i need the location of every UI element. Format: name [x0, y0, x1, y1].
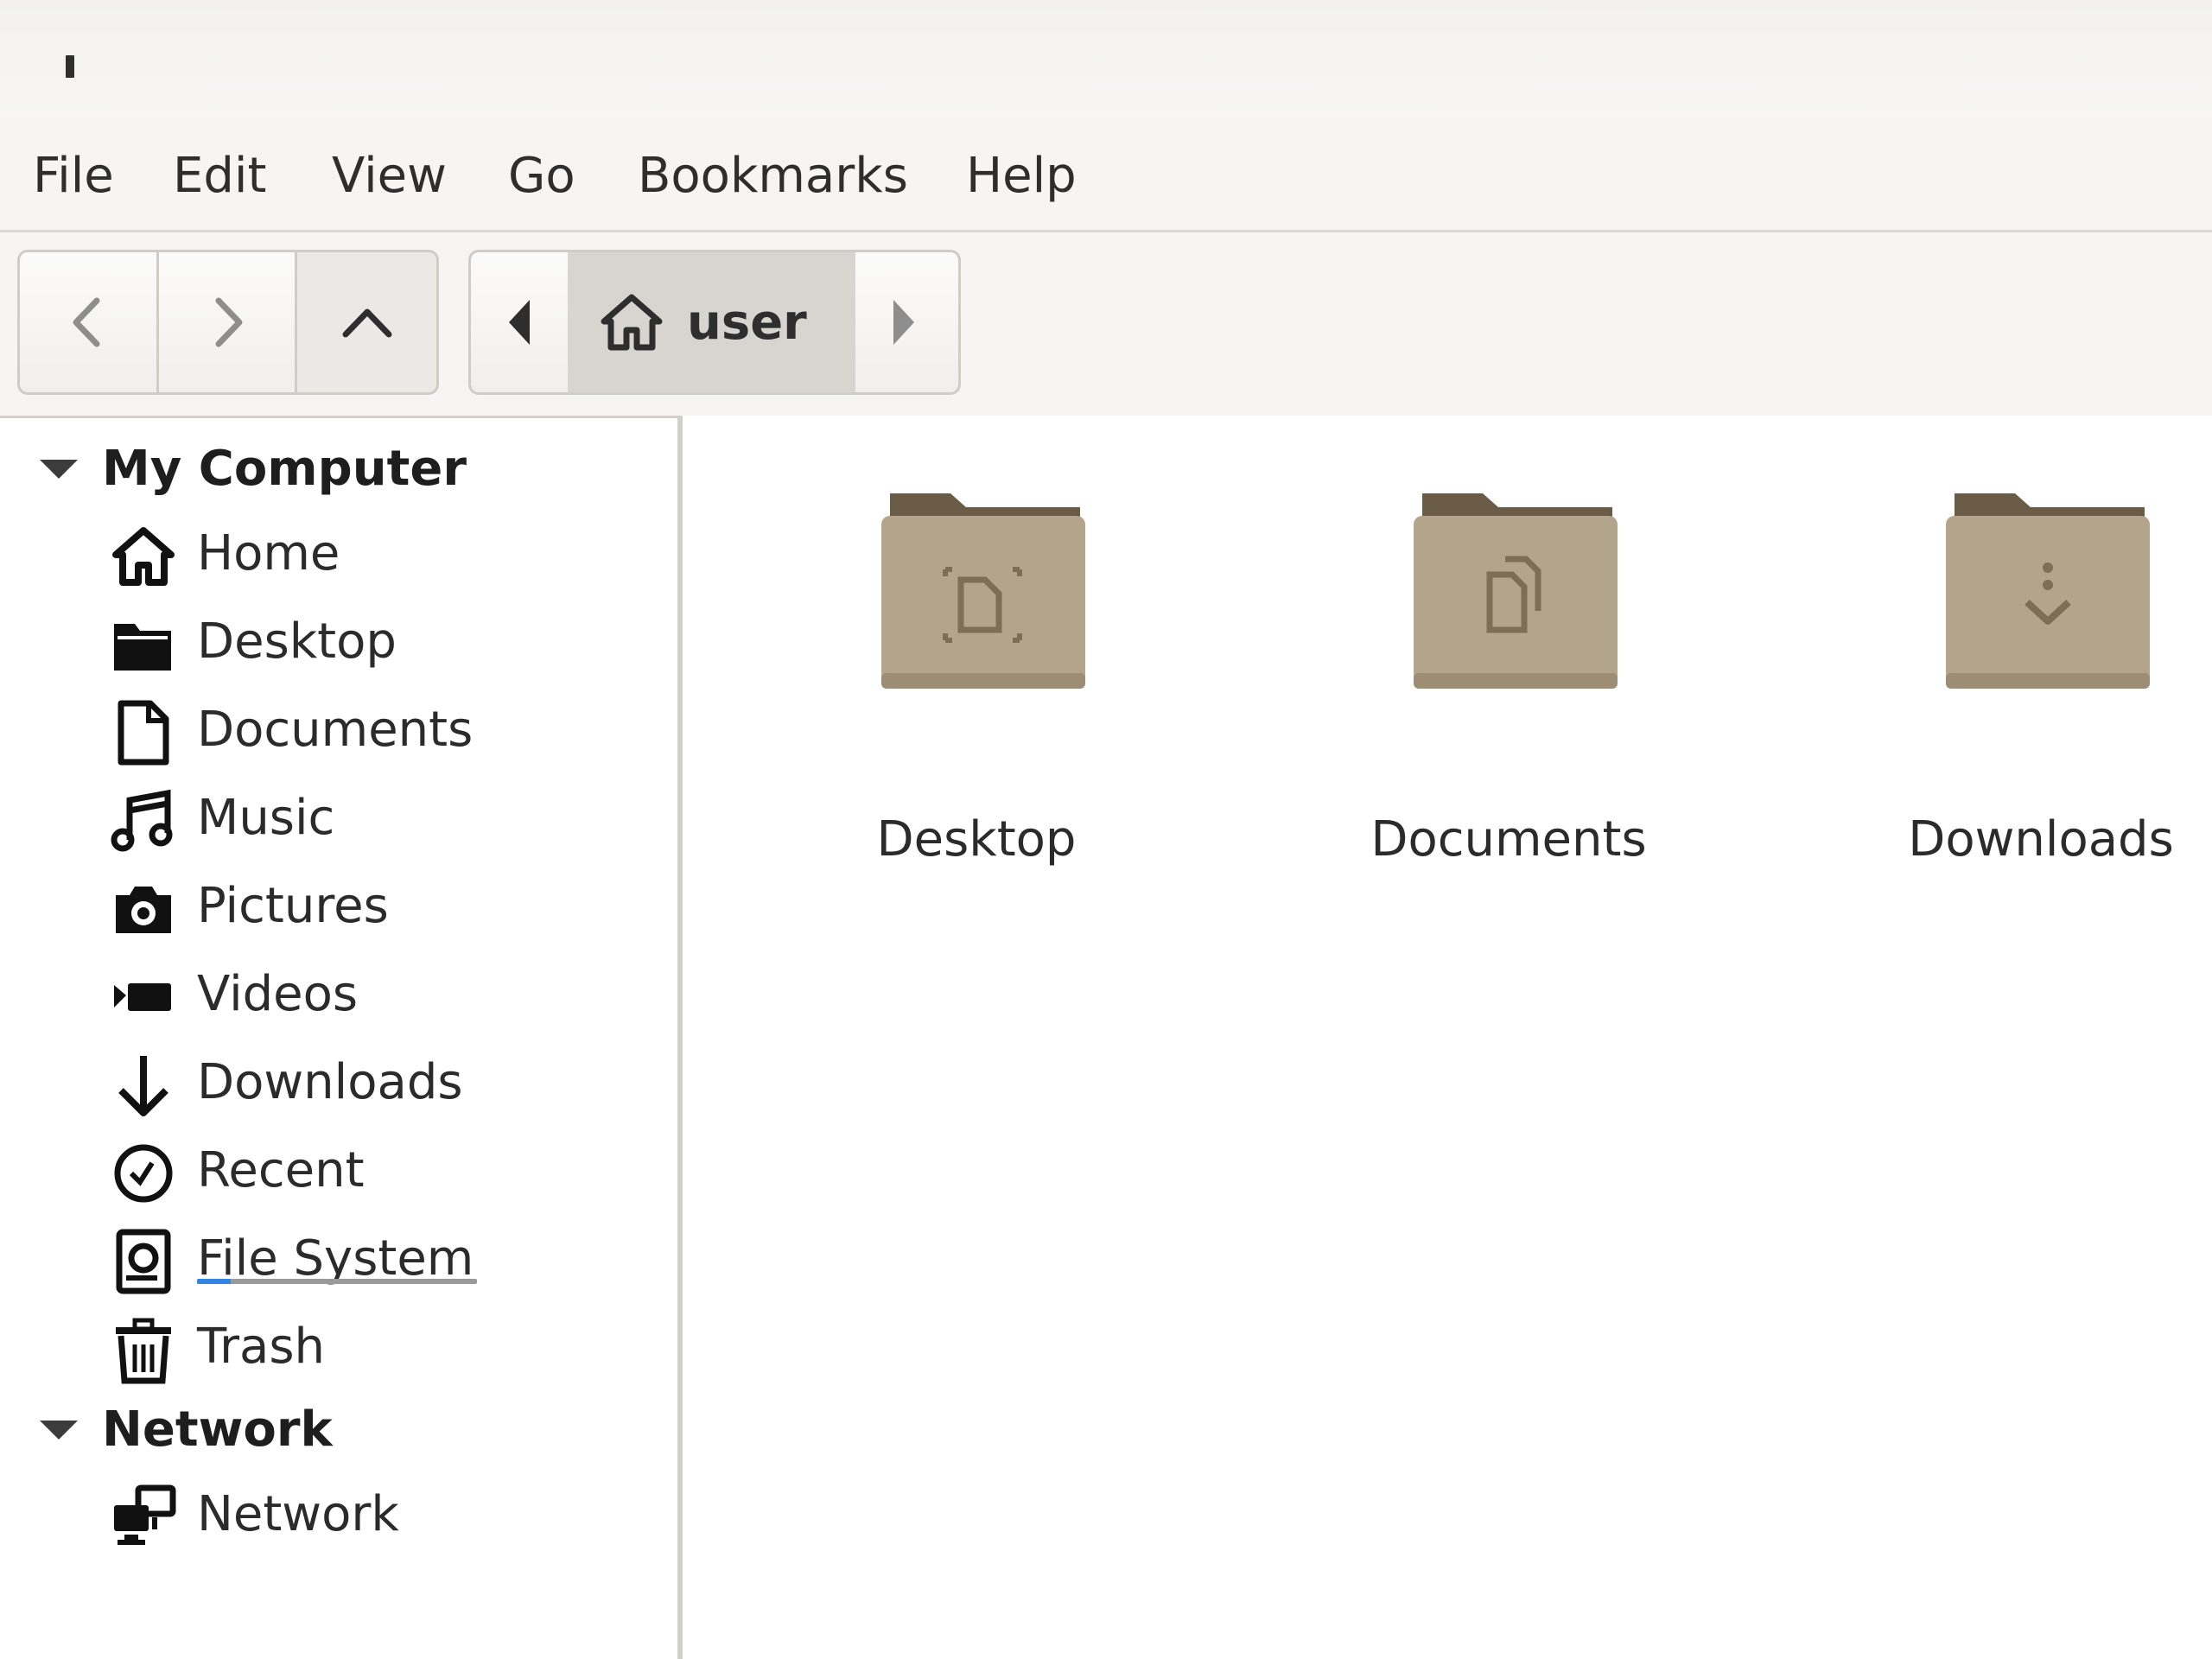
sidebar-item-label: Recent — [197, 1142, 365, 1198]
sidebar-item-label: Pictures — [197, 878, 389, 934]
sidebar-item-downloads[interactable]: Downloads — [0, 1035, 677, 1122]
clock-icon — [114, 1144, 173, 1203]
menu-file[interactable]: File — [33, 152, 114, 200]
menu-view[interactable]: View — [332, 152, 447, 200]
menu-bookmarks[interactable]: Bookmarks — [638, 152, 908, 200]
sidebar-item-network[interactable]: Network — [0, 1467, 677, 1554]
path-crumb-label: user — [687, 294, 807, 351]
folder-icon — [114, 624, 171, 671]
section-label: Network — [102, 1402, 333, 1458]
sidebar-item-desktop[interactable]: Desktop — [0, 594, 677, 681]
trash-icon — [116, 1318, 171, 1384]
expander-down-icon[interactable] — [40, 460, 78, 479]
toolbar: user — [0, 232, 2212, 416]
back-button[interactable] — [20, 252, 159, 392]
triangle-right-icon — [893, 300, 914, 345]
sidebar-item-file-system[interactable]: File System — [0, 1211, 677, 1298]
menu-help[interactable]: Help — [966, 152, 1077, 200]
section-label: My Computer — [102, 441, 467, 497]
filesystem-usage-fill — [197, 1279, 231, 1284]
title-bar — [0, 0, 2212, 121]
expander-down-icon[interactable] — [40, 1421, 78, 1440]
file-view: Desktop Documents Downloads — [683, 416, 2212, 1659]
section-header-network[interactable]: Network — [0, 1389, 677, 1467]
sidebar-item-label: Network — [197, 1486, 399, 1542]
sidebar-item-label: Home — [197, 525, 340, 582]
menu-go[interactable]: Go — [508, 152, 575, 200]
sidebar-item-recent[interactable]: Recent — [0, 1123, 677, 1210]
window-title-glyph — [66, 55, 74, 78]
file-item-documents[interactable]: Documents — [1327, 485, 1647, 868]
path-scroll-right-button[interactable] — [855, 252, 952, 392]
file-item-downloads[interactable]: Downloads — [1859, 485, 2174, 868]
forward-button[interactable] — [159, 252, 298, 392]
up-button[interactable] — [297, 252, 436, 392]
sidebar-item-music[interactable]: Music — [0, 771, 677, 857]
drive-icon — [116, 1229, 171, 1294]
network-icon — [114, 1484, 176, 1545]
triangle-left-icon — [509, 300, 530, 345]
sidebar-item-label: Downloads — [197, 1054, 463, 1110]
sidebar-item-label: Documents — [197, 702, 474, 758]
camera-icon — [116, 887, 171, 933]
file-item-desktop[interactable]: Desktop — [795, 485, 1106, 868]
sidebar-item-documents[interactable]: Documents — [0, 683, 677, 769]
sidebar-item-label: Trash — [197, 1319, 325, 1375]
chevron-up-icon — [342, 308, 392, 338]
sidebar-item-label: Music — [197, 790, 335, 846]
desktop-folder-icon — [881, 493, 1085, 689]
sidebar-item-videos[interactable]: Videos — [0, 947, 677, 1033]
file-label: Desktop — [876, 811, 1077, 868]
document-icon — [118, 700, 169, 766]
sidebar-item-trash[interactable]: Trash — [0, 1300, 677, 1386]
download-arrow-icon — [118, 1056, 168, 1116]
path-crumb-user[interactable]: user — [568, 252, 855, 392]
menu-edit[interactable]: Edit — [173, 152, 266, 200]
file-label: Documents — [1370, 811, 1647, 868]
path-bar: user — [468, 250, 961, 395]
filesystem-usage-bar — [197, 1279, 477, 1284]
section-header-my-computer[interactable]: My Computer — [0, 429, 677, 506]
chevron-right-icon — [215, 297, 242, 347]
downloads-folder-icon — [1946, 493, 2150, 689]
menu-bar: File Edit View Go Bookmarks Help — [0, 121, 2212, 232]
sidebar: My Computer Home Desktop Documents Music — [0, 416, 683, 1659]
chevron-left-icon — [73, 297, 100, 347]
path-scroll-left-button[interactable] — [471, 252, 568, 392]
navigation-button-group — [17, 250, 439, 395]
sidebar-item-home[interactable]: Home — [0, 506, 677, 593]
home-icon — [112, 527, 175, 586]
file-label: Downloads — [1908, 811, 2174, 868]
sidebar-item-label: Videos — [197, 966, 359, 1022]
sidebar-item-pictures[interactable]: Pictures — [0, 859, 677, 945]
home-icon — [601, 294, 663, 351]
sidebar-item-label: Desktop — [197, 613, 397, 670]
music-icon — [111, 789, 173, 852]
video-camera-icon — [114, 983, 171, 1011]
documents-folder-icon — [1414, 493, 1618, 689]
